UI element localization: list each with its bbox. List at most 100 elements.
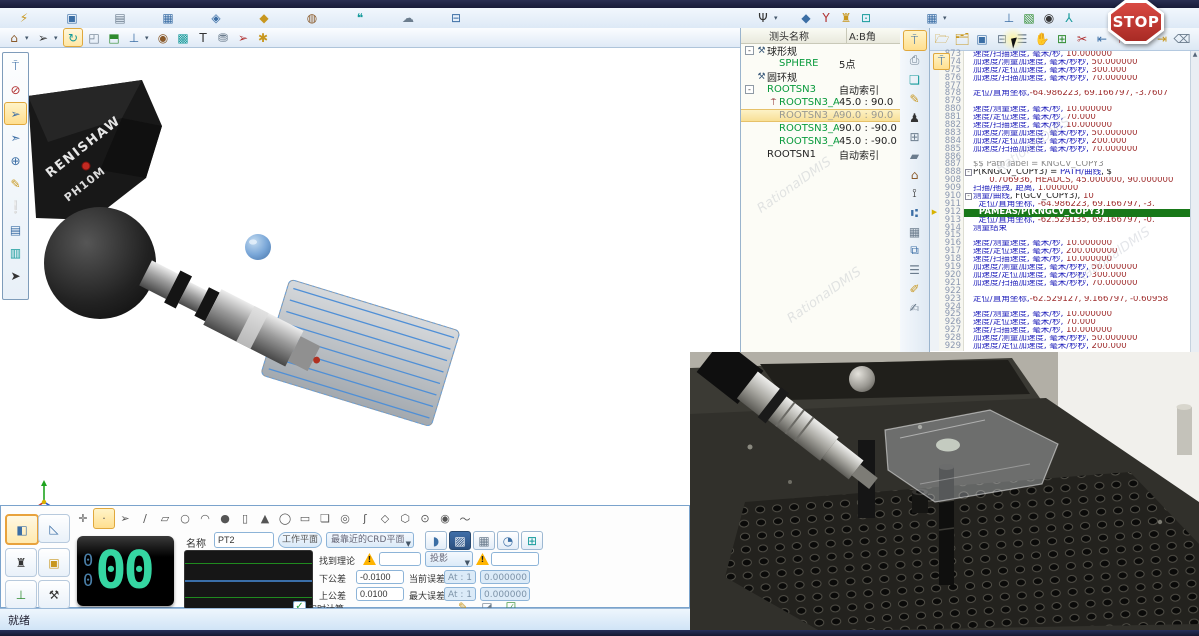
- cube-icon[interactable]: ◈: [207, 10, 225, 27]
- run-program-icon[interactable]: ⟟: [904, 184, 926, 203]
- code-line[interactable]: 926速度/定位速度, 毫米/秒, 70.000: [930, 319, 1191, 327]
- crd-plane-dropdown[interactable]: 最靠近的CRD平面▼: [326, 532, 414, 548]
- keyway-feature-icon[interactable]: ⊙: [415, 509, 435, 528]
- dropdown-arrow-icon[interactable]: ▾: [54, 34, 61, 42]
- note-edit-icon[interactable]: ✎: [904, 89, 926, 108]
- stamp-icon[interactable]: ♟: [904, 108, 926, 127]
- table-window-icon[interactable]: ▦: [159, 10, 177, 27]
- material-bucket-button[interactable]: ⛃: [214, 29, 232, 46]
- power-plug-icon[interactable]: ⚡: [15, 10, 33, 27]
- dropdown-arrow-icon[interactable]: ▾: [145, 34, 152, 42]
- hexagon-feature-icon[interactable]: ⬡: [395, 509, 415, 528]
- code-line[interactable]: 917速度/定位速度, 毫米/秒, 200.000000: [930, 248, 1191, 256]
- emergency-stop-button[interactable]: STOP: [1104, 0, 1168, 46]
- cut-icon[interactable]: ✂: [1073, 31, 1091, 48]
- code-line[interactable]: 883加速度/测量加速度, 毫米/秒秒, 50.000000: [930, 130, 1191, 138]
- code-line[interactable]: 922: [930, 288, 1191, 296]
- program-code-body[interactable]: 873速度/扫描速度, 毫米/秒, 10.000000874加速度/测量加速度,…: [930, 51, 1191, 352]
- render-palette-button[interactable]: ▩: [174, 29, 192, 46]
- tree-name-column-header[interactable]: 测头名称: [741, 28, 846, 43]
- code-line[interactable]: 881速度/定位速度, 毫米/秒, 70.000: [930, 114, 1191, 122]
- plane-feature-icon[interactable]: ▱: [155, 509, 175, 528]
- tree-row[interactable]: -ROOTSN3_A90_...90.0 : -90.0: [741, 122, 901, 135]
- code-line[interactable]: 877: [930, 83, 1191, 91]
- fit-view-button[interactable]: ⬒: [105, 29, 123, 46]
- code-line[interactable]: 875加速度/定位加速度, 毫米/秒秒, 300.000: [930, 67, 1191, 75]
- code-line[interactable]: 910-测量/曲线, F(GCV_COPY3), 10: [930, 193, 1191, 201]
- probe-y-icon[interactable]: Υ: [817, 10, 835, 27]
- code-line[interactable]: 913 定位/直角坐标, -62.529135, 69.166797, -0.: [930, 217, 1191, 225]
- clean-icon[interactable]: ⌫: [1173, 31, 1191, 48]
- cone-feature-icon[interactable]: ▲: [255, 509, 275, 528]
- tree-expander-icon[interactable]: -: [745, 46, 754, 55]
- fold-toggle-icon[interactable]: -: [964, 169, 973, 177]
- display-icon[interactable]: ⊟: [447, 10, 465, 27]
- pin-icon[interactable]: ⍑: [903, 30, 927, 51]
- print-icon[interactable]: ⎙: [904, 51, 926, 70]
- list-icon[interactable]: ☰: [904, 260, 926, 279]
- zoom-window-button[interactable]: ◰: [85, 29, 103, 46]
- open-all-icon[interactable]: 🗂: [953, 31, 971, 48]
- monitor-icon[interactable]: ⊡: [857, 10, 875, 27]
- code-line[interactable]: 920加速度/定位加速度, 毫米/秒秒, 300.000: [930, 272, 1191, 280]
- chat-icon[interactable]: ❝: [351, 10, 369, 27]
- point-feature-icon[interactable]: ·: [93, 508, 115, 529]
- connector-icon[interactable]: ⑆: [904, 203, 926, 222]
- sphere-feature-icon[interactable]: ●: [215, 509, 235, 528]
- line-feature-icon[interactable]: ∕: [135, 509, 155, 528]
- code-line[interactable]: ▶912 PAMEAS/P(KNGCV_COPY3): [930, 209, 1191, 217]
- axes-button[interactable]: ⊥: [5, 580, 37, 609]
- angle-view-toggle[interactable]: ◔: [497, 531, 519, 550]
- fixture-icon[interactable]: ♜: [837, 10, 855, 27]
- fold-toggle-icon[interactable]: -: [964, 193, 973, 201]
- save-icon[interactable]: ▣: [973, 31, 991, 48]
- projection-value-input[interactable]: [491, 552, 539, 566]
- code-line[interactable]: 874加速度/测量加速度, 毫米/秒秒, 50.000000: [930, 59, 1191, 67]
- probe-select-button[interactable]: ➢: [4, 102, 27, 125]
- pan-hand-icon[interactable]: ✋: [1033, 31, 1051, 48]
- pin-icon[interactable]: ⍑: [5, 56, 26, 77]
- tree-row[interactable]: -ROOTSN3自动索引: [741, 83, 901, 96]
- code-line[interactable]: 876加速度/扫描加速度, 毫米/秒秒, 70.000000: [930, 75, 1191, 83]
- washer-feature-icon[interactable]: ◎: [335, 509, 355, 528]
- code-line[interactable]: 929加速度/定位加速度, 毫米/秒秒, 200.000: [930, 343, 1191, 351]
- code-line[interactable]: 927速度/扫描速度, 毫米/秒, 10.000000: [930, 327, 1191, 335]
- cylinder-feature-icon[interactable]: ▯: [235, 509, 255, 528]
- probe-target-button[interactable]: ⊕: [5, 150, 26, 171]
- dropdown-arrow-icon[interactable]: ▾: [774, 14, 781, 22]
- edit-sheet-icon[interactable]: ✐: [904, 279, 926, 298]
- axes-run-icon[interactable]: ⊥: [1000, 10, 1018, 27]
- code-line[interactable]: 923定位/直角坐标,-62.529127, 9.166797, -0.6095…: [930, 296, 1191, 304]
- pin-icon[interactable]: ⍑: [933, 53, 950, 70]
- gallery-icon[interactable]: ▣: [63, 10, 81, 27]
- report-view-toggle[interactable]: ⊞: [521, 531, 543, 550]
- layers-icon[interactable]: ❏: [904, 70, 926, 89]
- code-line[interactable]: 880速度/测量速度, 毫米/秒, 10.000000: [930, 106, 1191, 114]
- probe-config-icon[interactable]: Ψ: [754, 10, 772, 27]
- code-line[interactable]: 924: [930, 304, 1191, 312]
- find-nominal-input[interactable]: [379, 552, 421, 566]
- home-icon[interactable]: ⌂: [904, 165, 926, 184]
- probe-path-button[interactable]: ▥: [5, 242, 26, 263]
- code-line[interactable]: 925速度/测量速度, 毫米/秒, 10.000000: [930, 311, 1191, 319]
- bell-icon[interactable]: ◍: [303, 10, 321, 27]
- calculator-icon[interactable]: ▦: [904, 222, 926, 241]
- tree-expander-icon[interactable]: -: [745, 85, 754, 94]
- fixture-button[interactable]: ▣: [38, 548, 70, 577]
- probe-pick-icon[interactable]: ✛: [73, 509, 93, 528]
- gauge-icon[interactable]: ⊞: [904, 127, 926, 146]
- probe-move-button[interactable]: ➣: [5, 127, 26, 148]
- probe-scan-button[interactable]: ▤: [5, 219, 26, 240]
- surface-feature-icon[interactable]: ◇: [375, 509, 395, 528]
- curve-feature-icon[interactable]: ʃ: [355, 509, 375, 528]
- code-line[interactable]: 908 0.706936, HEADCS, 45.000000, 90.0000…: [930, 177, 1191, 185]
- graph-view-toggle[interactable]: ▨: [449, 531, 471, 550]
- code-line[interactable]: 916速度/测量速度, 毫米/秒, 10.000000: [930, 240, 1191, 248]
- slot-feature-icon[interactable]: ▭: [295, 509, 315, 528]
- add-line-icon[interactable]: ⊞: [1053, 31, 1071, 48]
- code-line[interactable]: 928加速度/测量加速度, 毫米/秒秒, 50.000000: [930, 335, 1191, 343]
- code-line[interactable]: 914测量结束: [930, 225, 1191, 233]
- visibility-eye-button[interactable]: ◉: [154, 29, 172, 46]
- probe-button[interactable]: ♜: [5, 548, 37, 577]
- code-scrollbar[interactable]: ▲: [1190, 51, 1199, 352]
